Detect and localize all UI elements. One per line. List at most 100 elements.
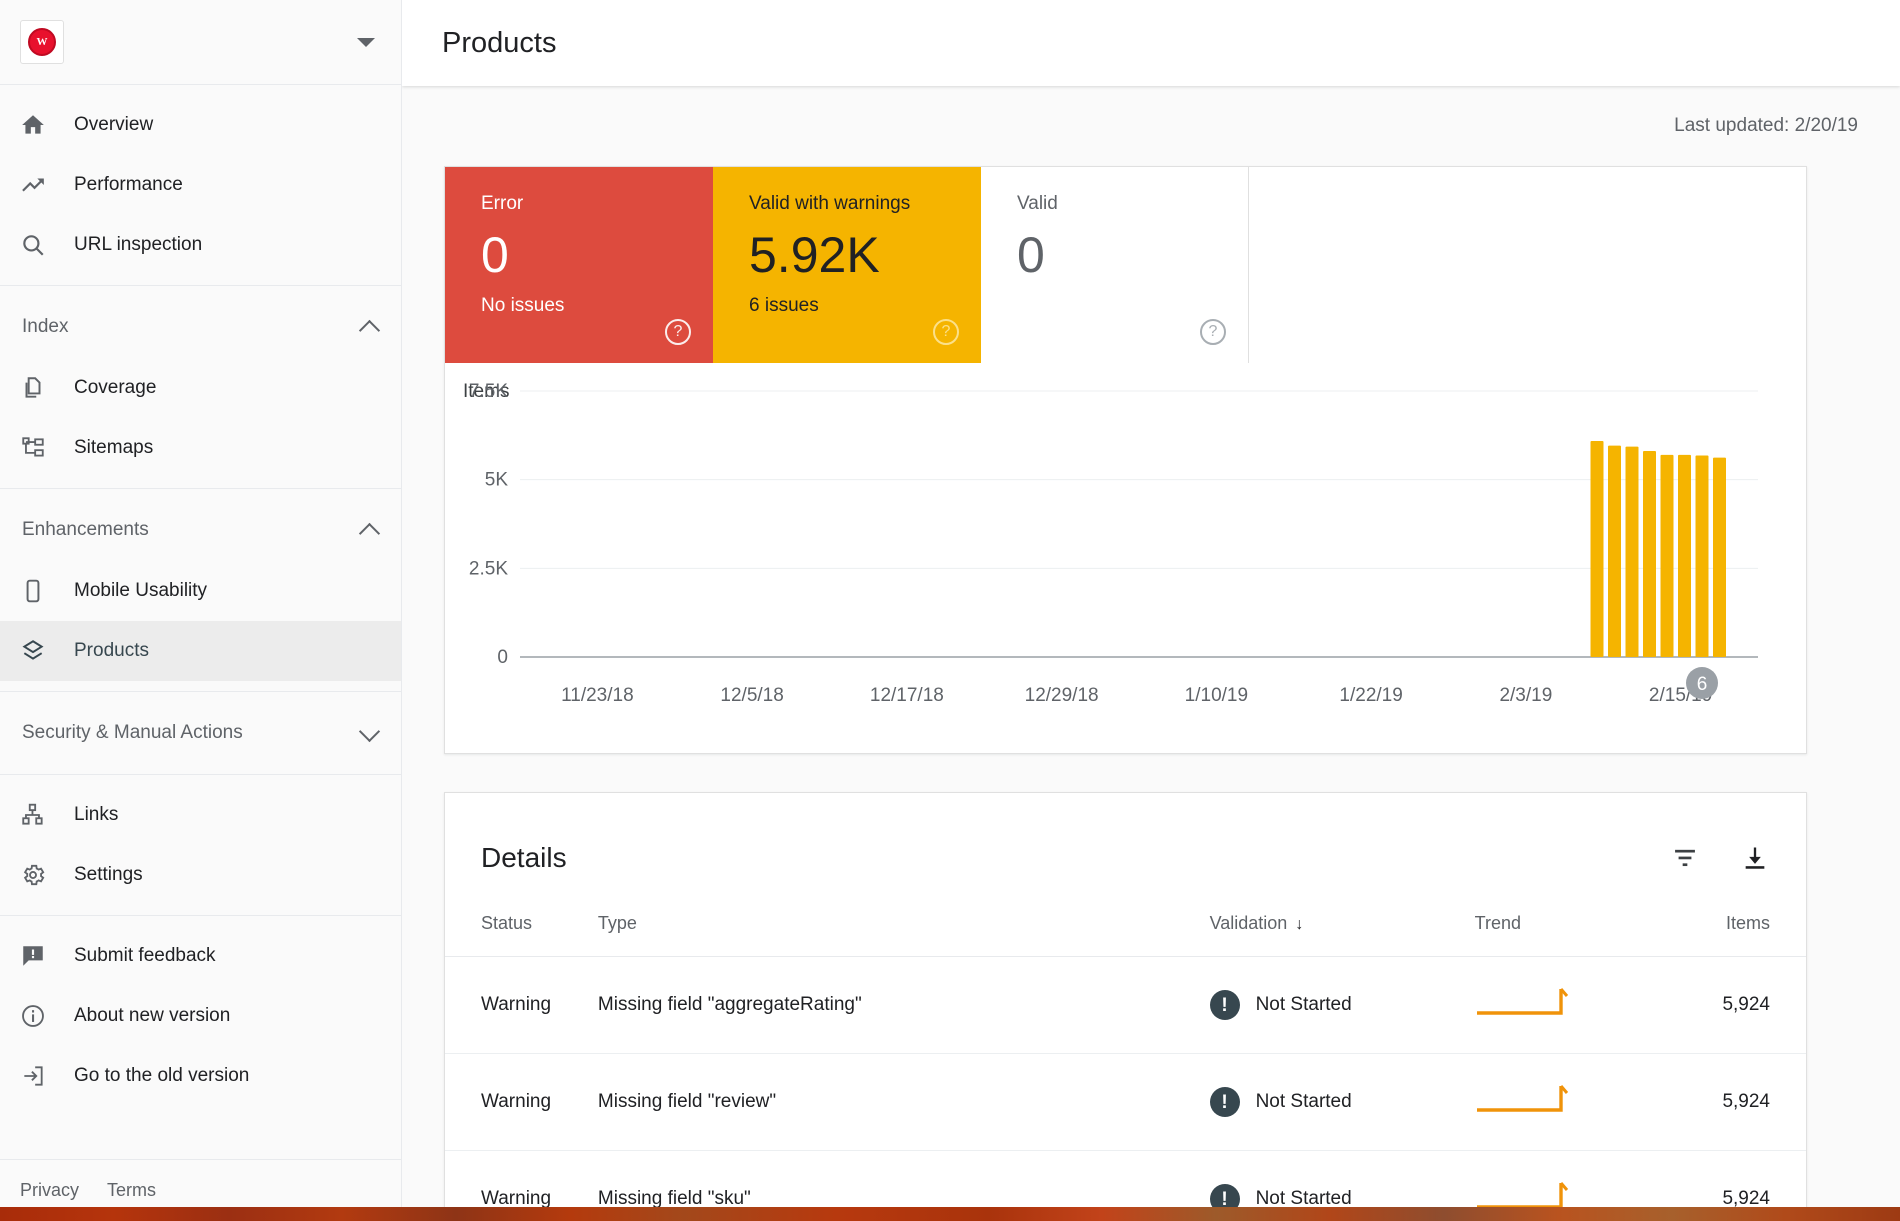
details-card: Details xyxy=(444,792,1807,1221)
chart-bar[interactable] xyxy=(1643,451,1656,657)
chart-bar[interactable] xyxy=(1608,446,1621,657)
nav-section-security: Security & Manual Actions xyxy=(0,692,401,775)
section-header-index[interactable]: Index xyxy=(0,296,401,358)
cell-validation: ! Not Started xyxy=(1210,1054,1475,1151)
status-card-error-sub: No issues xyxy=(481,295,713,317)
x-tick-label: 12/29/18 xyxy=(1025,685,1099,706)
trend-sparkline xyxy=(1475,985,1595,1019)
section-header-enhancements[interactable]: Enhancements xyxy=(0,499,401,561)
status-row-filler xyxy=(1249,167,1806,363)
chart-bar[interactable] xyxy=(1626,447,1639,657)
sidebar-item-sitemaps-label: Sitemaps xyxy=(74,437,153,459)
privacy-link[interactable]: Privacy xyxy=(20,1180,79,1201)
sidebar-item-go-to-old-version[interactable]: Go to the old version xyxy=(0,1046,401,1106)
column-header-validation[interactable]: Validation↓ xyxy=(1210,889,1475,957)
sidebar-item-coverage[interactable]: Coverage xyxy=(0,358,401,418)
chevron-up-icon[interactable] xyxy=(361,525,379,536)
chevron-down-icon[interactable] xyxy=(361,728,379,739)
property-logo-mark: W xyxy=(28,28,56,56)
chevron-down-icon[interactable] xyxy=(357,38,375,47)
cell-type: Missing field "aggregateRating" xyxy=(598,957,1210,1054)
y-tick-label: 5K xyxy=(485,470,509,491)
section-header-security[interactable]: Security & Manual Actions xyxy=(0,702,401,764)
sidebar-item-products-label: Products xyxy=(74,640,149,662)
status-card-error[interactable]: Error 0 No issues ? xyxy=(445,167,713,363)
status-summary-row: Error 0 No issues ? Valid with warnings … xyxy=(445,167,1806,363)
status-card-warning-value: 5.92K xyxy=(749,226,981,285)
documents-icon xyxy=(20,373,54,403)
filter-icon[interactable] xyxy=(1670,843,1700,873)
nav-group-tools: Links Settings xyxy=(0,775,401,916)
nav-group-help: Submit feedback About new version xyxy=(0,916,401,1116)
status-card-error-value: 0 xyxy=(481,226,713,285)
column-header-status[interactable]: Status xyxy=(445,889,598,957)
chart-bar[interactable] xyxy=(1591,441,1604,657)
chart-bar[interactable] xyxy=(1678,455,1691,657)
sidebar: W Overview Performance xyxy=(0,0,402,1221)
sidebar-item-settings[interactable]: Settings xyxy=(0,845,401,905)
details-header: Details xyxy=(445,793,1806,889)
cell-type: Missing field "review" xyxy=(598,1054,1210,1151)
links-icon xyxy=(20,800,54,830)
download-icon[interactable] xyxy=(1740,843,1770,873)
column-header-items[interactable]: Items xyxy=(1663,889,1806,957)
table-row[interactable]: Warning Missing field "review" ! Not Sta… xyxy=(445,1054,1806,1151)
y-tick-label: 0 xyxy=(497,647,508,668)
details-table-head: Status Type Validation↓ Trend Items xyxy=(445,889,1806,957)
sidebar-item-submit-feedback[interactable]: Submit feedback xyxy=(0,926,401,986)
help-icon[interactable]: ? xyxy=(665,319,691,345)
nav-section-index: Index Coverage xyxy=(0,286,401,489)
sidebar-item-performance[interactable]: Performance xyxy=(0,155,401,215)
chart-annotation-label: 6 xyxy=(1697,674,1708,695)
table-header-row: Status Type Validation↓ Trend Items xyxy=(445,889,1806,957)
sitemap-icon xyxy=(20,433,54,463)
cell-trend xyxy=(1475,1054,1664,1151)
exclamation-icon: ! xyxy=(1210,1087,1240,1117)
sidebar-item-links-label: Links xyxy=(74,804,118,826)
nav-group-primary: Overview Performance URL inspection xyxy=(0,85,401,286)
terms-link[interactable]: Terms xyxy=(107,1180,156,1201)
trending-up-icon xyxy=(20,170,54,200)
page-header: Products xyxy=(402,0,1900,86)
table-row[interactable]: Warning Missing field "aggregateRating" … xyxy=(445,957,1806,1054)
sidebar-item-mobile-usability-label: Mobile Usability xyxy=(74,580,207,602)
cell-items: 5,924 xyxy=(1663,1054,1806,1151)
status-card-warning-sub: 6 issues xyxy=(749,295,981,317)
gear-icon xyxy=(20,860,54,890)
chart-canvas[interactable]: 7.5K5K2.5K011/23/1812/5/1812/17/1812/29/… xyxy=(445,363,1806,753)
chart-bar[interactable] xyxy=(1696,456,1709,657)
chart-bar[interactable] xyxy=(1661,455,1674,657)
layers-icon xyxy=(20,636,54,666)
status-card-valid-value: 0 xyxy=(1017,226,1248,285)
nav-section-enhancements: Enhancements Mobile Usability Products xyxy=(0,489,401,692)
sidebar-item-products[interactable]: Products xyxy=(0,621,401,681)
x-tick-label: 1/10/19 xyxy=(1185,685,1248,706)
chart-bar[interactable] xyxy=(1713,458,1726,657)
sidebar-item-overview-label: Overview xyxy=(74,114,153,136)
column-header-type[interactable]: Type xyxy=(598,889,1210,957)
status-card-valid-label: Valid xyxy=(1017,193,1248,216)
sidebar-item-url-inspection-label: URL inspection xyxy=(74,234,202,256)
validation-group: ! Not Started xyxy=(1210,1087,1475,1117)
scroll-area: Error 0 No issues ? Valid with warnings … xyxy=(402,166,1900,1221)
sidebar-item-mobile-usability[interactable]: Mobile Usability xyxy=(0,561,401,621)
sidebar-item-sitemaps[interactable]: Sitemaps xyxy=(0,418,401,478)
chevron-up-icon[interactable] xyxy=(361,322,379,333)
help-icon[interactable]: ? xyxy=(1200,319,1226,345)
help-icon[interactable]: ? xyxy=(933,319,959,345)
sidebar-item-about-new-version[interactable]: About new version xyxy=(0,986,401,1046)
status-card-valid[interactable]: Valid 0 ? xyxy=(981,167,1249,363)
column-header-trend[interactable]: Trend xyxy=(1475,889,1664,957)
status-card-valid-with-warnings[interactable]: Valid with warnings 5.92K 6 issues ? xyxy=(713,167,981,363)
summary-chart-card: Error 0 No issues ? Valid with warnings … xyxy=(444,166,1807,754)
sidebar-item-links[interactable]: Links xyxy=(0,785,401,845)
sidebar-item-overview[interactable]: Overview xyxy=(0,95,401,155)
x-tick-label: 12/17/18 xyxy=(870,685,944,706)
property-selector[interactable]: W xyxy=(0,0,401,85)
sidebar-item-url-inspection[interactable]: URL inspection xyxy=(0,215,401,275)
status-card-error-label: Error xyxy=(481,193,713,216)
page-bottom-strip xyxy=(0,1207,1900,1221)
last-updated-bar: Last updated: 2/20/19 xyxy=(402,86,1900,166)
search-console-app: W Overview Performance xyxy=(0,0,1900,1221)
sidebar-item-submit-feedback-label: Submit feedback xyxy=(74,945,216,967)
